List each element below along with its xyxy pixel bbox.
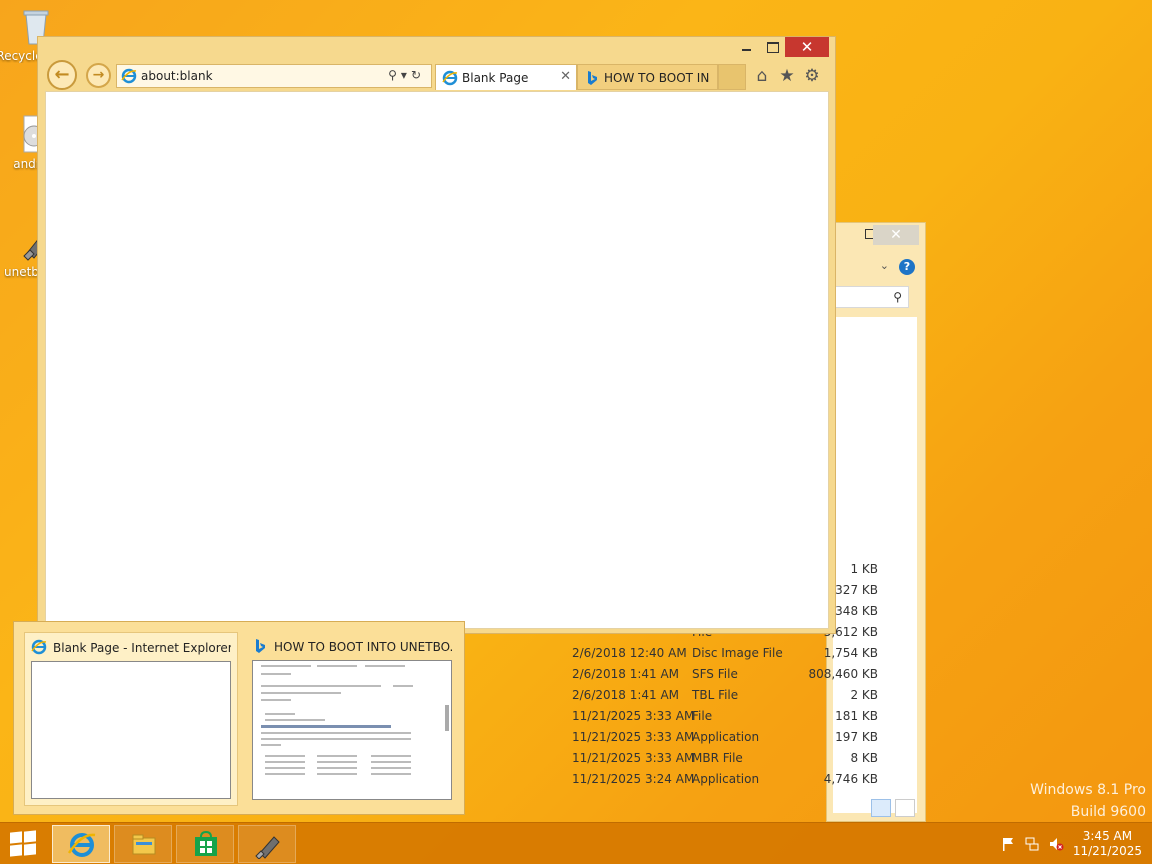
tab-label: HOW TO BOOT IN... bbox=[604, 71, 709, 85]
dropdown-icon[interactable]: ▾ bbox=[401, 68, 411, 82]
address-tools: ⚲▾↻ bbox=[388, 68, 425, 82]
close-tab-icon[interactable]: ✕ bbox=[560, 69, 571, 84]
file-row[interactable]: 11/21/2025 3:33 AM File 181 KB bbox=[568, 709, 888, 730]
taskbar-thumbnail-popup: Blank Page - Internet Explorer HOW TO BO… bbox=[13, 621, 465, 815]
thumbnails-view-button[interactable] bbox=[895, 799, 915, 817]
unetbootin-icon bbox=[255, 836, 280, 859]
home-icon[interactable]: ⌂ bbox=[752, 66, 772, 86]
tab-label: Blank Page bbox=[462, 71, 529, 85]
file-row[interactable]: 11/21/2025 3:24 AM Application 4,746 KB bbox=[568, 772, 888, 793]
volume-muted-icon[interactable] bbox=[1048, 836, 1064, 852]
address-input[interactable]: about:blank bbox=[141, 69, 213, 83]
favorites-icon[interactable]: ★ bbox=[777, 66, 797, 86]
clock-date: 11/21/2025 bbox=[1072, 844, 1142, 858]
help-icon[interactable]: ? bbox=[899, 259, 915, 275]
arrow-right-icon: → bbox=[92, 67, 105, 83]
taskbar-app-file-explorer[interactable] bbox=[114, 825, 172, 863]
file-row[interactable]: 2/6/2018 12:40 AM Disc Image File 1,754 KB bbox=[568, 646, 888, 667]
bing-icon bbox=[256, 639, 265, 653]
view-toggle bbox=[871, 799, 915, 817]
taskbar: 3:45 AM 11/21/2025 bbox=[0, 822, 1152, 864]
file-row[interactable]: 2/6/2018 1:41 AM TBL File 2 KB bbox=[568, 688, 888, 709]
clock[interactable]: 3:45 AM 11/21/2025 bbox=[1073, 829, 1142, 859]
thumbnail-title: HOW TO BOOT INTO UNETBO... bbox=[274, 640, 452, 654]
windows-watermark: Windows 8.1 Pro Build 9600 bbox=[1030, 779, 1146, 823]
folder-icon bbox=[132, 834, 156, 855]
close-button[interactable]: ✕ bbox=[873, 225, 919, 245]
search-icon[interactable]: ⚲ bbox=[388, 68, 401, 82]
ie-icon bbox=[121, 68, 137, 84]
chevron-down-icon[interactable]: ⌄ bbox=[880, 259, 889, 272]
start-button[interactable] bbox=[10, 830, 38, 857]
thumbnail-title: Blank Page - Internet Explorer bbox=[53, 641, 231, 655]
close-button[interactable]: ✕ bbox=[785, 37, 829, 57]
watermark-build: Build 9600 bbox=[1070, 804, 1146, 820]
action-center-flag-icon[interactable] bbox=[1000, 836, 1016, 852]
clock-time: 3:45 AM bbox=[1082, 829, 1133, 843]
tab-how-to-boot[interactable]: HOW TO BOOT IN... bbox=[577, 64, 718, 90]
internet-explorer-window[interactable]: ✕ ← → about:blank ⚲▾↻ Blank Page ✕ HOW T… bbox=[37, 36, 836, 634]
ie-icon bbox=[31, 639, 47, 655]
file-row[interactable]: 11/21/2025 3:33 AM MBR File 8 KB bbox=[568, 751, 888, 772]
ie-icon bbox=[442, 70, 458, 86]
system-tray: 3:45 AM 11/21/2025 bbox=[992, 823, 1152, 864]
thumbnail-preview bbox=[252, 660, 452, 800]
settings-gear-icon[interactable]: ⚙ bbox=[802, 66, 822, 86]
minimize-button[interactable] bbox=[733, 37, 759, 57]
address-bar[interactable]: about:blank ⚲▾↻ bbox=[116, 64, 432, 88]
taskbar-app-store[interactable] bbox=[176, 825, 234, 863]
taskbar-app-internet-explorer[interactable] bbox=[52, 825, 110, 863]
details-view-button[interactable] bbox=[871, 799, 891, 817]
file-row[interactable]: 2/6/2018 1:41 AM SFS File 808,460 KB bbox=[568, 667, 888, 688]
page-content[interactable] bbox=[45, 91, 829, 629]
refresh-icon[interactable]: ↻ bbox=[411, 68, 425, 82]
new-tab-button[interactable] bbox=[718, 64, 746, 90]
forward-button[interactable]: → bbox=[86, 63, 111, 88]
ie-icon bbox=[68, 833, 96, 857]
arrow-left-icon: ← bbox=[54, 64, 70, 85]
search-input[interactable]: ⚲ bbox=[833, 286, 909, 308]
bing-icon bbox=[588, 71, 597, 85]
network-icon[interactable] bbox=[1024, 836, 1040, 852]
search-icon: ⚲ bbox=[893, 290, 902, 304]
store-icon bbox=[195, 831, 217, 856]
taskbar-app-unetbootin[interactable] bbox=[238, 825, 296, 863]
back-button[interactable]: ← bbox=[47, 60, 77, 90]
thumbnail-preview bbox=[31, 661, 231, 799]
thumbnail-how-to-boot[interactable]: HOW TO BOOT INTO UNETBO... bbox=[246, 632, 458, 806]
tab-blank-page[interactable]: Blank Page ✕ bbox=[435, 64, 577, 90]
caption-buttons: ✕ bbox=[733, 37, 829, 57]
file-row[interactable]: 11/21/2025 3:33 AM Application 197 KB bbox=[568, 730, 888, 751]
thumbnail-blank-page[interactable]: Blank Page - Internet Explorer bbox=[24, 632, 238, 806]
watermark-edition: Windows 8.1 Pro bbox=[1030, 782, 1146, 798]
windows-logo-icon bbox=[10, 831, 22, 844]
maximize-button[interactable] bbox=[759, 37, 785, 57]
